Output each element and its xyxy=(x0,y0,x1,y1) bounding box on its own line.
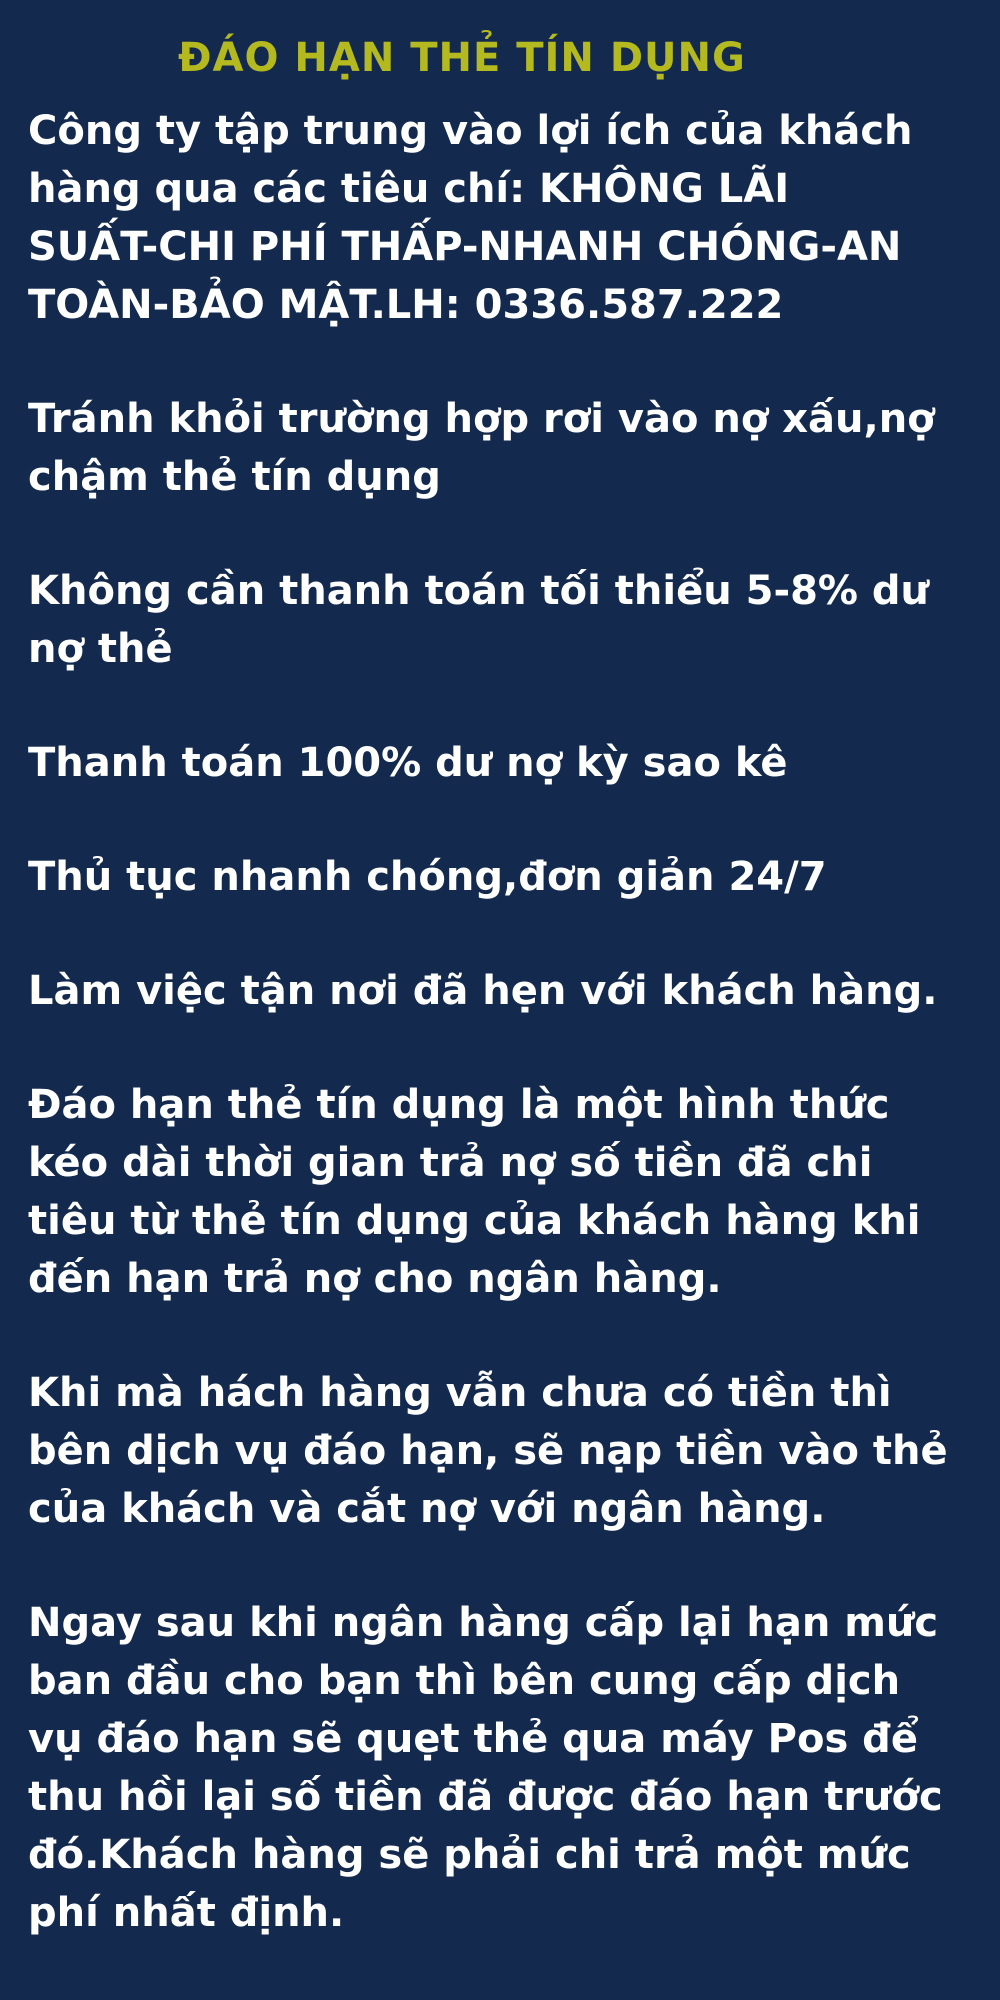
paragraph-benefit-1: Tránh khỏi trường hợp rơi vào nợ xấu,nợ … xyxy=(28,390,976,506)
text-line: Công ty tập trung vào lợi ích của khách xyxy=(28,108,913,154)
paragraph-benefit-4: Thủ tục nhanh chóng,đơn giản 24/7 xyxy=(28,848,976,906)
text-line: Ngay sau khi ngân hàng cấp lại hạn mức xyxy=(28,1600,939,1646)
text-line: SUẤT-CHI PHÍ THẤP-NHANH CHÓNG-AN xyxy=(28,224,902,270)
paragraph-intro: Công ty tập trung vào lợi ích của khách … xyxy=(28,102,976,334)
text-line: Thủ tục nhanh chóng,đơn giản 24/7 xyxy=(28,854,827,900)
text-line: TOÀN-BẢO MẬT.LH: 0336.587.222 xyxy=(28,282,784,328)
text-line: Không cần thanh toán tối thiểu 5-8% dư xyxy=(28,568,930,614)
text-line: kéo dài thời gian trả nợ số tiền đã chi xyxy=(28,1140,873,1186)
text-line: phí nhất định. xyxy=(28,1890,345,1936)
text-line: tiêu từ thẻ tín dụng của khách hàng khi xyxy=(28,1198,921,1244)
text-line: Tránh khỏi trường hợp rơi vào nợ xấu,nợ xyxy=(28,396,935,442)
text-line: của khách và cắt nợ với ngân hàng. xyxy=(28,1486,826,1532)
paragraph-definition: Đáo hạn thẻ tín dụng là một hình thức ké… xyxy=(28,1076,976,1308)
paragraph-process-2: Ngay sau khi ngân hàng cấp lại hạn mức b… xyxy=(28,1594,976,1942)
paragraph-benefit-2: Không cần thanh toán tối thiểu 5-8% dư n… xyxy=(28,562,976,678)
text-line: nợ thẻ xyxy=(28,626,173,672)
text-line: chậm thẻ tín dụng xyxy=(28,454,441,500)
text-line: bên dịch vụ đáo hạn, sẽ nạp tiền vào thẻ xyxy=(28,1428,948,1474)
page-title: ĐÁO HẠN THẺ TÍN DỤNG xyxy=(178,35,746,81)
text-line: Làm việc tận nơi đã hẹn với khách hàng. xyxy=(28,968,938,1014)
text-line: vụ đáo hạn sẽ quẹt thẻ qua máy Pos để xyxy=(28,1716,918,1762)
page: ĐÁO HẠN THẺ TÍN DỤNG Công ty tập trung v… xyxy=(0,0,1000,2000)
text-line: hàng qua các tiêu chí: KHÔNG LÃI xyxy=(28,166,790,212)
paragraph-benefit-5: Làm việc tận nơi đã hẹn với khách hàng. xyxy=(28,962,976,1020)
text-line: đó.Khách hàng sẽ phải chi trả một mức xyxy=(28,1832,911,1878)
text-line: thu hồi lại số tiền đã được đáo hạn trướ… xyxy=(28,1774,943,1820)
paragraph-benefit-3: Thanh toán 100% dư nợ kỳ sao kê xyxy=(28,734,976,792)
text-line: Đáo hạn thẻ tín dụng là một hình thức xyxy=(28,1082,890,1128)
text-line: đến hạn trả nợ cho ngân hàng. xyxy=(28,1256,722,1302)
paragraph-process-1: Khi mà hách hàng vẫn chưa có tiền thì bê… xyxy=(28,1364,976,1538)
text-line: Thanh toán 100% dư nợ kỳ sao kê xyxy=(28,740,788,786)
text-line: ban đầu cho bạn thì bên cung cấp dịch xyxy=(28,1658,901,1704)
text-line: Khi mà hách hàng vẫn chưa có tiền thì xyxy=(28,1370,892,1416)
